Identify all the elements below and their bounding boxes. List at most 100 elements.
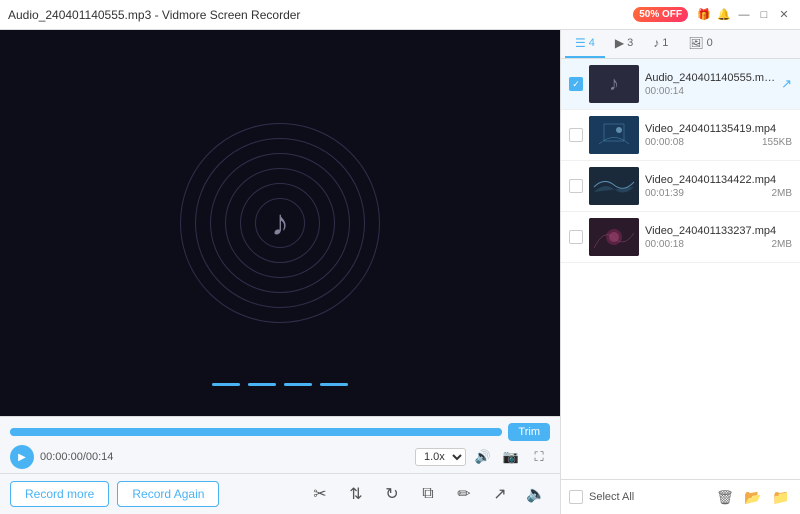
file-info-video2: Video_240401134422.mp4 00:01:39 2MB [645,174,792,199]
dash-1 [212,383,240,386]
select-all-checkbox[interactable] [569,490,583,504]
file-size-video2: 2MB [771,188,792,199]
titlebar: Audio_240401140555.mp3 - Vidmore Screen … [0,0,800,30]
time-current: 00:00:00 [40,451,83,463]
file-size-video3: 2MB [771,239,792,250]
image-tab-icon: 🖼 [688,36,703,50]
adjust-icon[interactable]: ⇅ [342,480,370,508]
thumb-video3-preview [589,218,639,256]
action-bar: Record more Record Again ✂ ⇅ ↻ ⧉ ✏ ↗ 🔈 [0,473,560,514]
cut-icon[interactable]: ✂ [306,480,334,508]
speed-select[interactable]: 1.0x 0.5x 1.5x 2.0x [415,448,466,466]
music-note-icon: ♪ [271,202,289,244]
trim-button[interactable]: Trim [508,423,550,441]
right-panel: ☰ 4 ▶ 3 ♪ 1 🖼 0 ✓ ♪ [560,30,800,514]
dash-2 [248,383,276,386]
file-checkbox-audio1[interactable]: ✓ [569,77,583,91]
play-button[interactable]: ▶ [10,445,34,469]
file-item-audio1[interactable]: ✓ ♪ Audio_240401140555.mp3 00:00:14 ↗ [561,59,800,110]
file-meta-video1: 00:00:08 155KB [645,137,792,148]
file-duration-video2: 00:01:39 [645,188,684,199]
file-name-video2: Video_240401134422.mp4 [645,174,792,186]
file-item-video3[interactable]: Video_240401133237.mp4 00:00:18 2MB [561,212,800,263]
main-container: ♪ Trim ▶ 00:00:00/00:14 [0,30,800,514]
select-all-bar: Select All 🗑 📂 📁 [561,479,800,514]
progress-row: Trim [10,423,550,441]
tab-video-count: 3 [627,37,633,49]
promo-badge[interactable]: 50% OFF [633,7,688,22]
dash-3 [284,383,312,386]
camera-icon[interactable]: 📷 [500,446,522,468]
tab-all-count: 4 [589,37,595,49]
time-total: 00:14 [86,451,114,463]
file-duration-video3: 00:00:18 [645,239,684,250]
record-more-button[interactable]: Record more [10,481,109,507]
titlebar-controls: 🎁 🔔 — □ ✕ [696,7,792,23]
left-panel: ♪ Trim ▶ 00:00:00/00:14 [0,30,560,514]
file-meta-video2: 00:01:39 2MB [645,188,792,199]
file-name-video3: Video_240401133237.mp4 [645,225,792,237]
file-duration-video1: 00:00:08 [645,137,684,148]
music-visual: ♪ [170,113,390,333]
volume-icon[interactable]: 🔊 [472,446,494,468]
file-size-video1: 155KB [762,137,792,148]
volume-icon2[interactable]: 🔈 [522,480,550,508]
file-duration-audio1: 00:00:14 [645,86,684,97]
gift-button[interactable]: 🎁 [696,7,712,23]
tab-image-count: 0 [707,37,713,49]
select-all-label[interactable]: Select All [589,491,634,503]
fullscreen-icon[interactable]: ⛶ [528,446,550,468]
file-thumb-video3 [589,218,639,256]
folder-open-button[interactable]: 📂 [742,486,764,508]
close-button[interactable]: ✕ [776,7,792,23]
tab-video[interactable]: ▶ 3 [605,30,643,58]
tab-audio-count: 1 [662,37,668,49]
maximize-button[interactable]: □ [756,7,772,23]
share-icon[interactable]: ↗ [486,480,514,508]
file-checkbox-video3[interactable] [569,230,583,244]
copy-icon[interactable]: ⧉ [414,480,442,508]
titlebar-title: Audio_240401140555.mp3 - Vidmore Screen … [8,8,633,22]
file-name-audio1: Audio_240401140555.mp3 [645,72,775,84]
file-list: ✓ ♪ Audio_240401140555.mp3 00:00:14 ↗ [561,59,800,479]
tab-audio[interactable]: ♪ 1 [643,30,678,58]
file-checkbox-video2[interactable] [569,179,583,193]
progress-fill [10,428,502,436]
playback-row: ▶ 00:00:00/00:14 1.0x 0.5x 1.5x 2.0x 🔊 📷… [10,445,550,469]
file-thumb-audio1: ♪ [589,65,639,103]
file-info-video1: Video_240401135419.mp4 00:00:08 155KB [645,123,792,148]
file-meta-audio1: 00:00:14 [645,86,775,97]
file-item-video1[interactable]: Video_240401135419.mp4 00:00:08 155KB [561,110,800,161]
tab-all[interactable]: ☰ 4 [565,30,605,58]
file-share-audio1[interactable]: ↗ [781,76,792,92]
list-icon: ☰ [575,36,586,50]
bell-button[interactable]: 🔔 [716,7,732,23]
file-meta-video3: 00:00:18 2MB [645,239,792,250]
file-thumb-video2 [589,167,639,205]
file-info-audio1: Audio_240401140555.mp3 00:00:14 [645,72,775,97]
audio-tab-icon: ♪ [653,36,659,50]
file-thumb-video1 [589,116,639,154]
record-again-button[interactable]: Record Again [117,481,219,507]
dash-4 [320,383,348,386]
file-info-video3: Video_240401133237.mp4 00:00:18 2MB [645,225,792,250]
delete-button[interactable]: 🗑 [714,486,736,508]
folder-button[interactable]: 📁 [770,486,792,508]
file-name-video1: Video_240401135419.mp4 [645,123,792,135]
controls-bar: Trim ▶ 00:00:00/00:14 1.0x 0.5x 1.5x 2.0… [0,416,560,473]
audio-note-icon: ♪ [609,73,619,96]
file-checkbox-video1[interactable] [569,128,583,142]
time-display: 00:00:00/00:14 [40,451,113,463]
dash-line [212,383,348,386]
tab-bar: ☰ 4 ▶ 3 ♪ 1 🖼 0 [561,30,800,59]
progress-track[interactable] [10,428,502,436]
video-tab-icon: ▶ [615,36,624,50]
tab-image[interactable]: 🖼 0 [678,30,722,58]
edit-icon[interactable]: ✏ [450,480,478,508]
thumb-video2-preview [589,167,639,205]
file-item-video2[interactable]: Video_240401134422.mp4 00:01:39 2MB [561,161,800,212]
rotate-icon[interactable]: ↻ [378,480,406,508]
video-area: ♪ [0,30,560,416]
minimize-button[interactable]: — [736,7,752,23]
thumb-video1-preview [589,116,639,154]
